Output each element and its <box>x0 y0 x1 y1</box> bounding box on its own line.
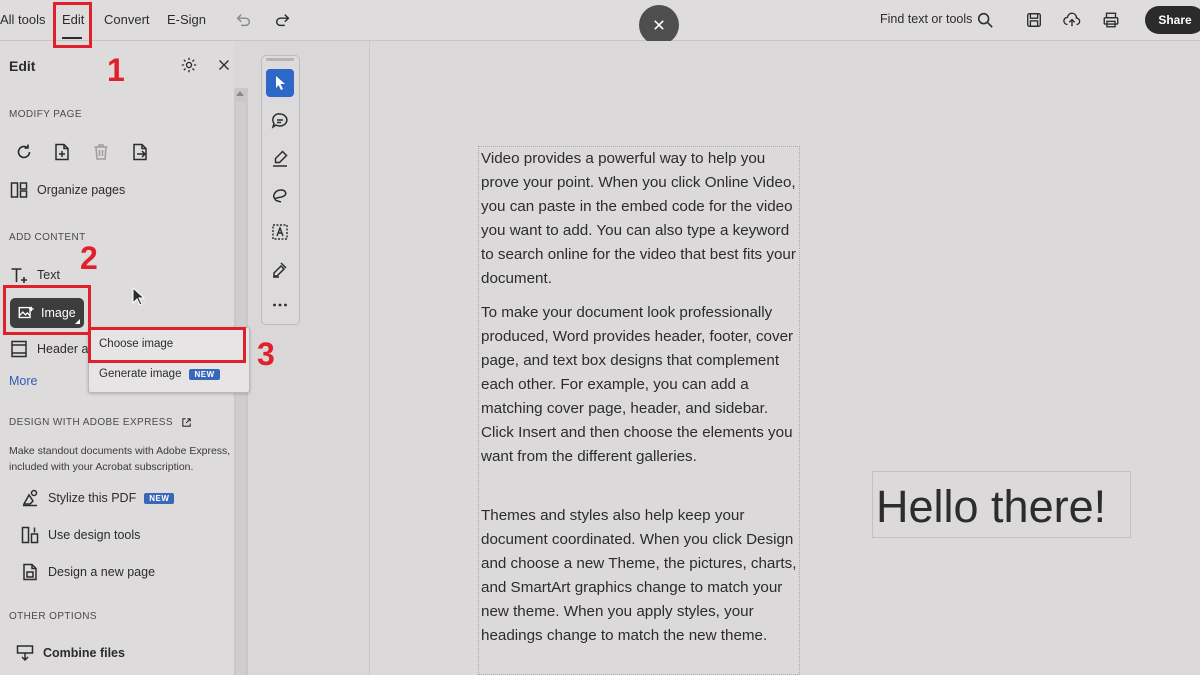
close-icon[interactable] <box>639 5 679 45</box>
redo-icon[interactable] <box>272 9 294 31</box>
design-new-page-item[interactable]: Design a new page <box>20 562 155 582</box>
generate-image-option[interactable]: Generate image NEW <box>99 368 220 380</box>
lasso-icon[interactable] <box>266 181 294 209</box>
combine-files-label: Combine files <box>43 646 125 660</box>
header-footer-label: Header a <box>37 342 89 356</box>
annotation-step-2: 2 <box>80 240 98 276</box>
esign-tab[interactable]: E-Sign <box>167 12 206 27</box>
share-button[interactable]: Share <box>1145 6 1200 34</box>
convert-tab[interactable]: Convert <box>104 12 150 27</box>
more-link[interactable]: More <box>9 374 37 388</box>
gear-icon[interactable] <box>180 56 200 76</box>
annotation-box-choose-image <box>88 327 246 363</box>
undo-icon[interactable] <box>232 9 254 31</box>
combine-files-item[interactable]: Combine files <box>15 643 125 663</box>
annotation-box-image <box>3 285 91 335</box>
rotate-page-icon[interactable] <box>14 142 36 164</box>
generate-image-label: Generate image <box>99 368 182 380</box>
generate-new-badge: NEW <box>189 368 220 380</box>
header-footer-item[interactable]: Header a <box>9 339 88 359</box>
hello-heading[interactable]: Hello there! <box>876 480 1106 534</box>
organize-pages-item[interactable]: Organize pages <box>9 180 125 200</box>
extract-page-icon[interactable] <box>130 142 152 164</box>
add-text-icon <box>11 268 27 283</box>
cloud-upload-icon[interactable] <box>1061 9 1083 31</box>
scroll-up-arrow-icon[interactable] <box>236 91 244 96</box>
print-icon[interactable] <box>1100 9 1122 31</box>
add-text-item[interactable]: Text <box>9 265 60 285</box>
text-select-icon[interactable] <box>266 218 294 246</box>
design-description-line1: Make standout documents with Adobe Expre… <box>9 445 231 457</box>
organize-pages-label: Organize pages <box>37 183 126 197</box>
use-design-tools-label: Use design tools <box>48 528 141 542</box>
stylize-pdf-label: Stylize this PDF <box>48 491 137 505</box>
header-footer-icon <box>11 340 27 358</box>
add-text-label: Text <box>37 268 60 282</box>
design-page-icon <box>23 563 37 581</box>
document-paragraph-1[interactable]: Video provides a powerful way to help yo… <box>481 147 803 291</box>
delete-page-icon[interactable] <box>91 142 113 164</box>
highlight-pen-icon[interactable] <box>266 144 294 172</box>
find-text-tools[interactable]: Find text or tools <box>880 12 972 26</box>
close-panel-icon[interactable] <box>218 58 234 74</box>
modify-page-heading: MODIFY PAGE <box>9 109 82 120</box>
design-heading-row: DESIGN WITH ADOBE EXPRESS <box>9 417 192 428</box>
fill-sign-icon[interactable] <box>266 255 294 283</box>
other-options-heading: OTHER OPTIONS <box>9 611 97 622</box>
annotation-step-3: 3 <box>257 336 275 372</box>
new-badge: NEW <box>144 492 175 504</box>
top-toolbar: All tools Edit Convert E-Sign Find text … <box>0 0 1200 41</box>
external-link-icon[interactable] <box>181 417 192 428</box>
insert-page-icon[interactable] <box>52 142 74 164</box>
design-new-page-label: Design a new page <box>48 565 156 579</box>
comment-icon[interactable] <box>266 107 294 135</box>
document-paragraph-2[interactable]: To make your document look professionall… <box>481 301 803 469</box>
stylize-pdf-item[interactable]: Stylize this PDF NEW <box>20 488 175 508</box>
search-icon[interactable] <box>974 9 996 31</box>
all-tools-menu[interactable]: All tools <box>0 12 46 27</box>
select-cursor-icon[interactable] <box>266 69 294 97</box>
tool-strip-grip[interactable] <box>266 58 294 61</box>
design-heading: DESIGN WITH ADOBE EXPRESS <box>9 417 173 428</box>
stylize-pdf-icon <box>22 489 38 507</box>
document-paragraph-3[interactable]: Themes and styles also help keep your do… <box>481 504 803 648</box>
mouse-pointer-icon <box>132 286 146 312</box>
annotation-box-edit <box>53 2 92 48</box>
organize-pages-icon <box>10 182 28 198</box>
use-design-tools-item[interactable]: Use design tools <box>20 525 140 545</box>
annotation-step-1: 1 <box>107 52 125 88</box>
add-content-heading: ADD CONTENT <box>9 232 86 243</box>
more-icon[interactable] <box>266 291 294 319</box>
design-description-line2: included with your Acrobat subscription. <box>9 461 194 473</box>
combine-files-icon <box>16 645 34 662</box>
design-description: Make standout documents with Adobe Expre… <box>9 443 234 475</box>
design-tools-icon <box>21 526 39 544</box>
panel-title: Edit <box>9 58 36 74</box>
save-icon[interactable] <box>1023 9 1045 31</box>
